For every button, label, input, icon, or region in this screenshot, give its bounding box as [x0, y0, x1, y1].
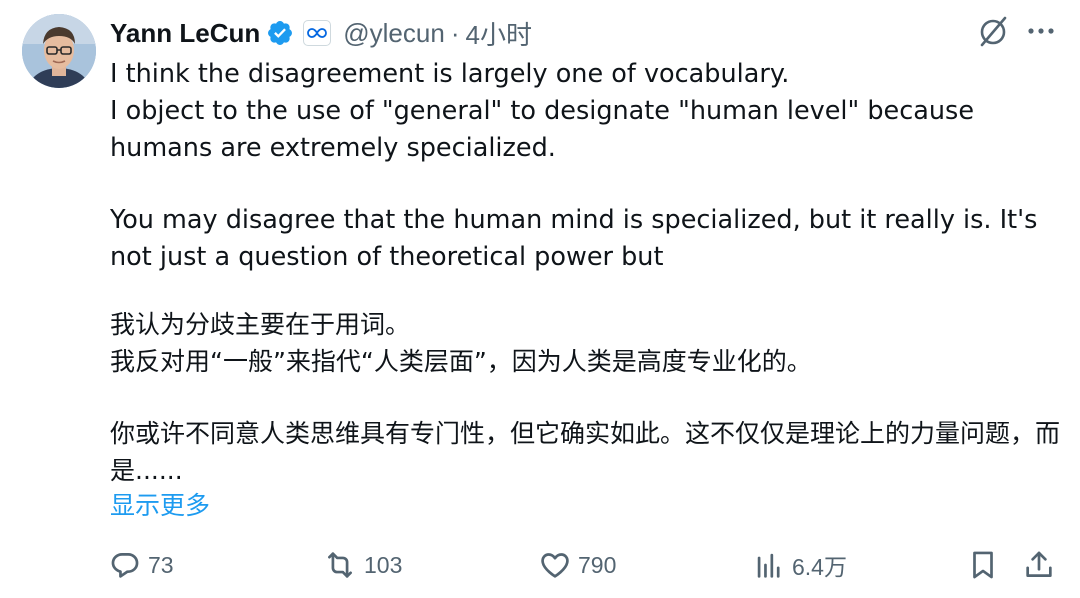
heart-icon: [541, 553, 569, 578]
verified-badge-icon[interactable]: [266, 19, 294, 47]
avatar-image: [22, 14, 96, 88]
post-text-en-2: You may disagree that the human mind is …: [110, 205, 1038, 272]
post-body: I think the disagreement is largely one …: [110, 56, 1060, 489]
reply-icon: [111, 553, 139, 578]
author-handle[interactable]: @ylecun: [343, 18, 445, 49]
author-name[interactable]: Yann LeCun: [110, 18, 260, 49]
grok-slash-icon[interactable]: [976, 14, 1010, 48]
repost-button[interactable]: 103: [322, 545, 402, 585]
share-button[interactable]: [1022, 545, 1056, 585]
bookmark-icon: [973, 551, 993, 579]
show-more-link[interactable]: 显示更多: [110, 486, 210, 522]
bookmark-button[interactable]: [966, 545, 1000, 585]
views-count: 6.4万: [792, 554, 847, 580]
repost-count: 103: [364, 551, 403, 578]
like-button[interactable]: 790: [538, 545, 616, 585]
like-count: 790: [578, 551, 617, 578]
views-button[interactable]: 6.4万: [752, 545, 847, 585]
views-chart-icon: [757, 553, 780, 578]
post-header: Yann LeCun @ylecun · 4小时: [110, 10, 532, 56]
post-text-zh-2: 你或许不同意人类思维具有专门性，但它确实如此。这不仅仅是理论上的力量问题，而是.…: [110, 419, 1061, 485]
meta-infinity-icon[interactable]: [303, 20, 332, 46]
share-icon: [1026, 551, 1052, 577]
post-text-en-1: I think the disagreement is largely one …: [110, 59, 975, 163]
header-actions: [976, 14, 1056, 48]
reply-count: 73: [148, 551, 174, 578]
repost-icon: [328, 552, 352, 578]
action-bar: 73 103 790 6.4万: [108, 545, 1060, 585]
post-time[interactable]: 4小时: [465, 15, 531, 52]
reply-button[interactable]: 73: [108, 545, 174, 585]
separator-dot: ·: [450, 17, 460, 48]
avatar[interactable]: [22, 14, 96, 88]
post-text-zh-1: 我认为分歧主要在于用词。 我反对用“一般”来指代“人类层面”，因为人类是高度专业…: [110, 310, 812, 376]
more-dots-icon[interactable]: [1026, 16, 1056, 46]
